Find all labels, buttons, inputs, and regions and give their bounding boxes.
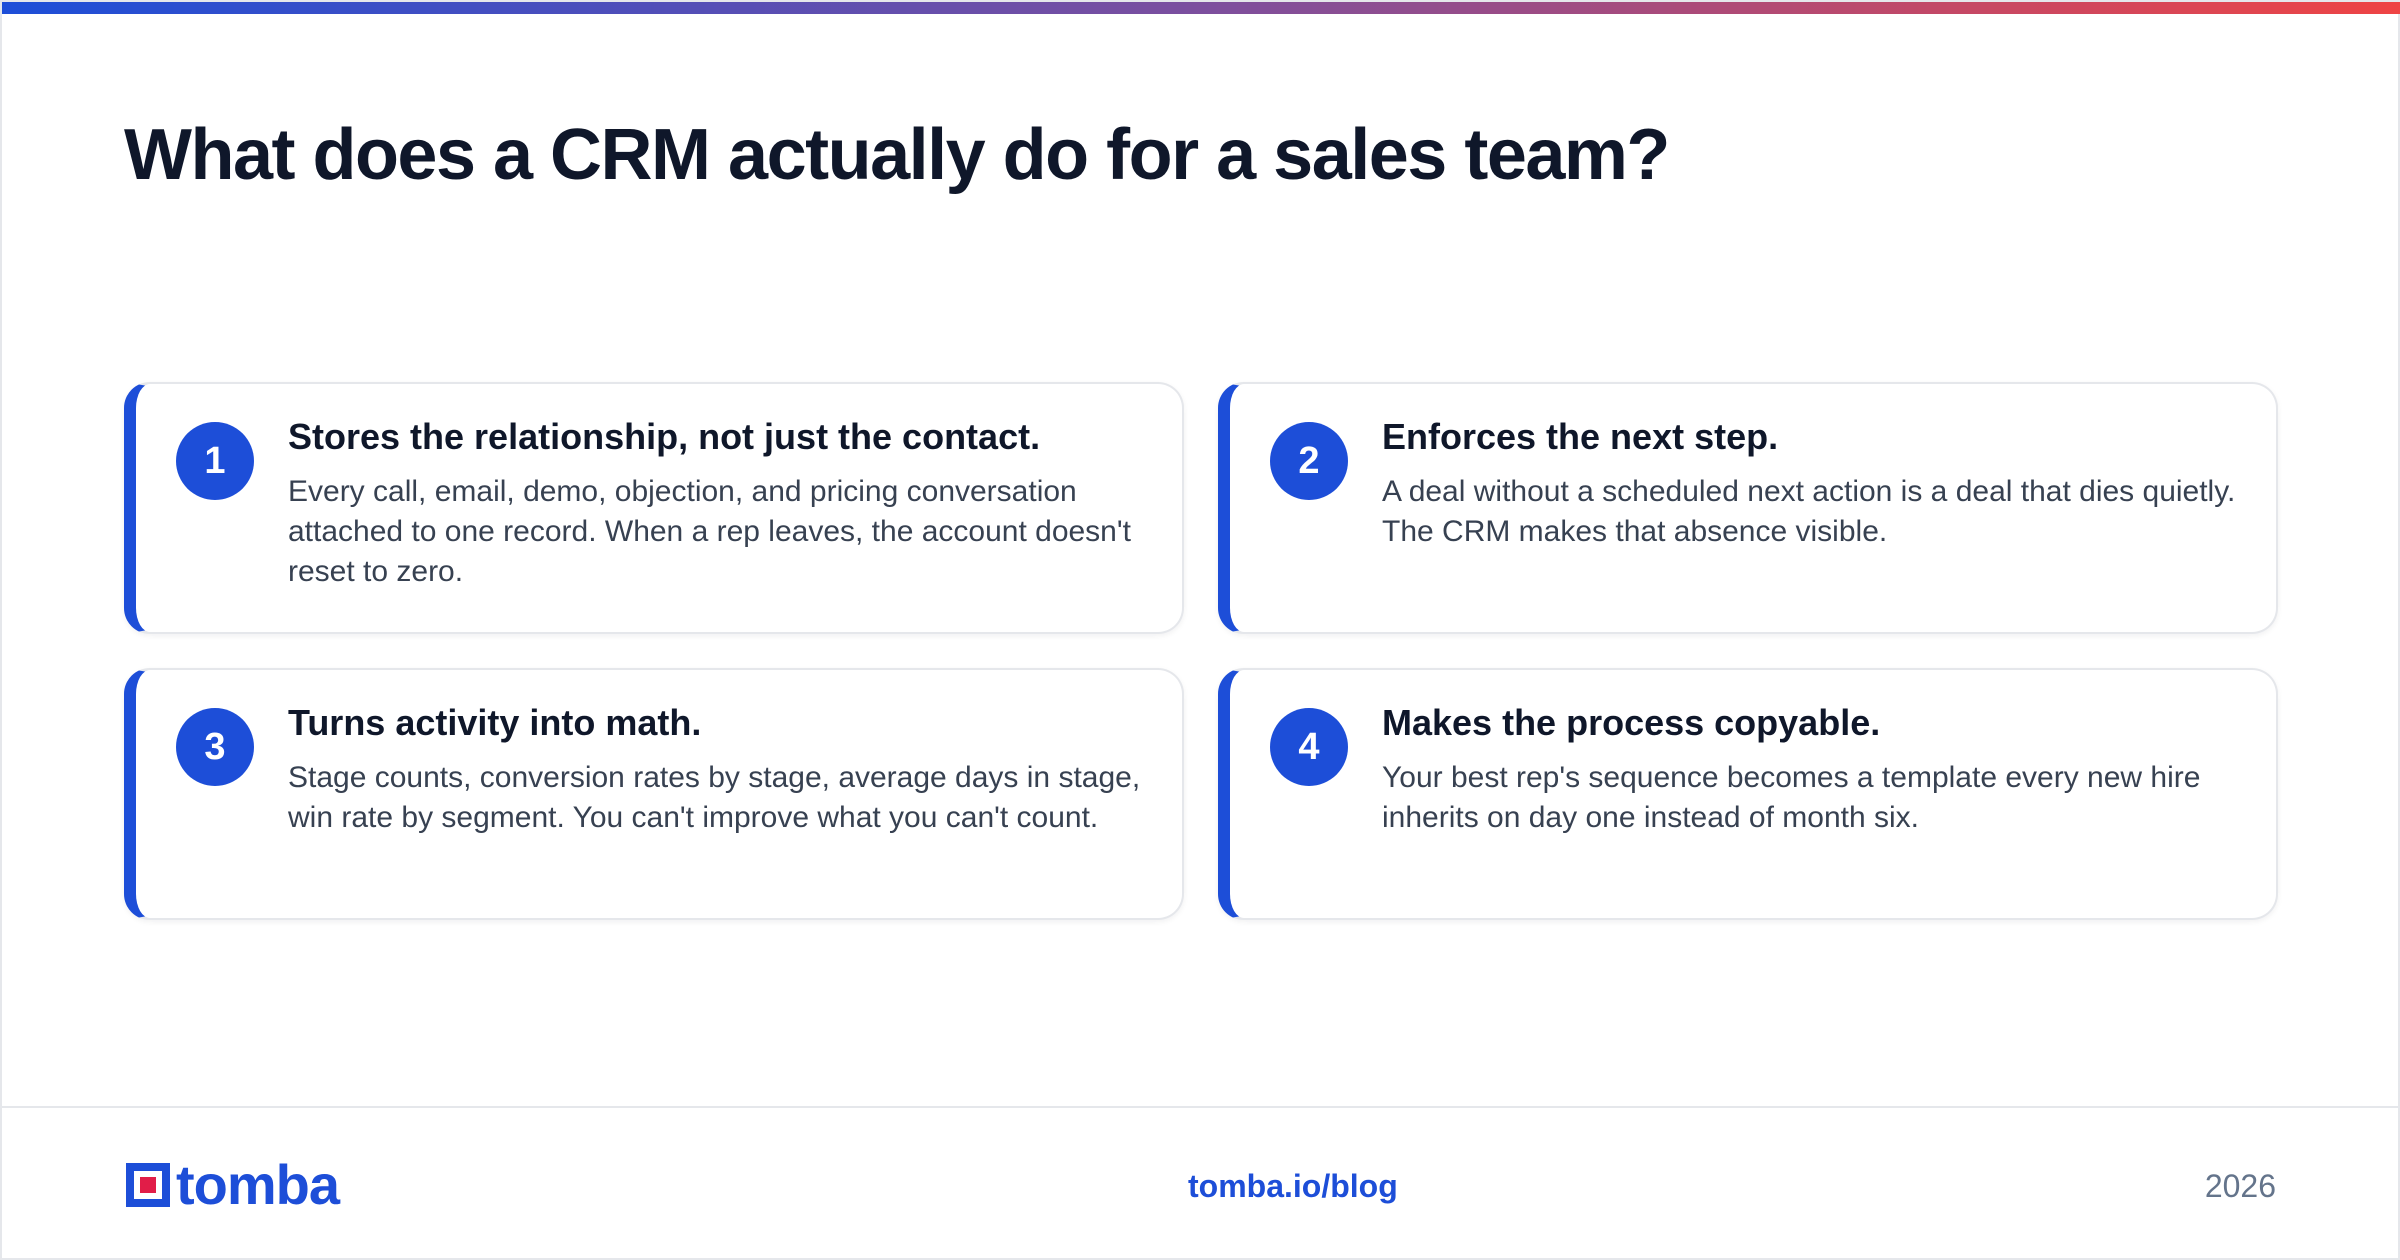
card-title: Makes the process copyable. bbox=[1382, 702, 1881, 743]
blog-link[interactable]: tomba.io/blog bbox=[1188, 1166, 1398, 1206]
tomba-logo: tomba bbox=[124, 1153, 340, 1216]
page-title: What does a CRM actually do for a sales … bbox=[124, 115, 1670, 195]
card-body: A deal without a scheduled next action i… bbox=[1382, 475, 2236, 548]
number-badge: 2 bbox=[1270, 422, 1348, 500]
feature-card: 2 Enforces the next step. A deal without… bbox=[1218, 382, 2278, 634]
top-gradient-bar bbox=[2, 2, 2400, 14]
number-badge: 3 bbox=[176, 708, 254, 786]
feature-card: 3 Turns activity into math. Stage counts… bbox=[124, 668, 1184, 920]
slide-frame: What does a CRM actually do for a sales … bbox=[0, 0, 2400, 1260]
card-title: Enforces the next step. bbox=[1382, 416, 1779, 457]
card-title: Stores the relationship, not just the co… bbox=[288, 416, 1041, 457]
logo-wordmark: tomba bbox=[176, 1153, 340, 1216]
tomba-logo-icon bbox=[126, 1163, 170, 1207]
footer-divider bbox=[2, 1106, 2400, 1108]
feature-card: 1 Stores the relationship, not just the … bbox=[124, 382, 1184, 634]
card-body: Your best rep's sequence becomes a templ… bbox=[1382, 761, 2201, 834]
card-title: Turns activity into math. bbox=[288, 702, 702, 743]
feature-card: 4 Makes the process copyable. Your best … bbox=[1218, 668, 2278, 920]
number-badge: 1 bbox=[176, 422, 254, 500]
card-body: Stage counts, conversion rates by stage,… bbox=[288, 761, 1141, 834]
card-body: Every call, email, demo, objection, and … bbox=[288, 475, 1131, 588]
footer-year: 2026 bbox=[2204, 1168, 2276, 1204]
number-badge: 4 bbox=[1270, 708, 1348, 786]
